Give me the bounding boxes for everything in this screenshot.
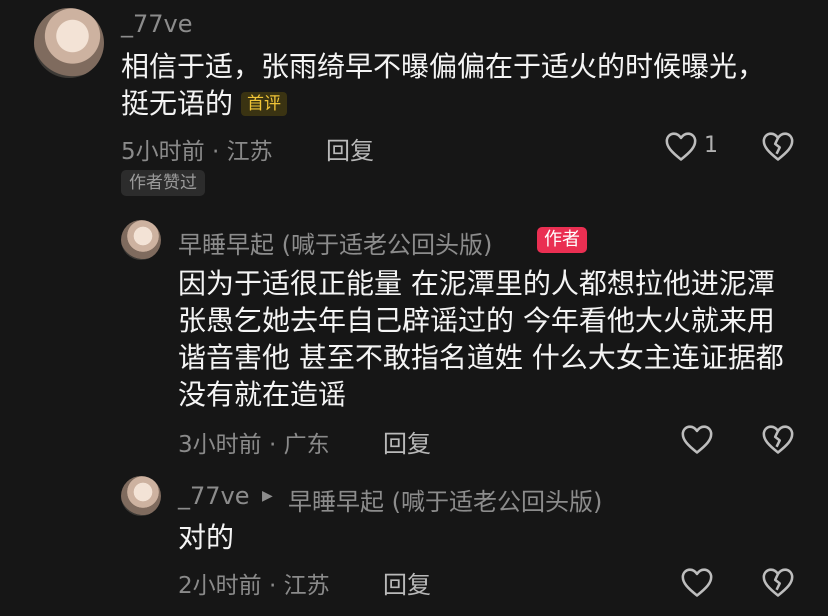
author-badge: 作者 xyxy=(537,227,587,253)
first-comment-badge: 首评 xyxy=(241,92,288,116)
broken-heart-icon xyxy=(762,568,794,597)
broken-heart-icon xyxy=(762,132,794,161)
comment-username[interactable]: _77ve xyxy=(121,10,193,38)
reply-to-username[interactable]: 早睡早起 (喊于适老公回头版) xyxy=(288,482,602,517)
heart-outline-icon xyxy=(665,132,697,161)
dislike-button[interactable] xyxy=(761,423,795,455)
broken-heart-icon xyxy=(762,425,794,454)
like-button[interactable] xyxy=(680,566,714,598)
dislike-button[interactable] xyxy=(761,566,795,598)
comment-meta: 3小时前 · 广东 xyxy=(178,432,330,458)
like-count: 1 xyxy=(704,133,718,158)
comment-text: 相信于适，张雨绮早不曝偏偏在于适火的时候曝光，挺无语的 首评 xyxy=(121,48,771,122)
comment-meta: 2小时前 · 江苏 xyxy=(178,573,330,599)
reply-button[interactable]: 回复 xyxy=(383,565,431,600)
heart-outline-icon xyxy=(681,568,713,597)
comment-text: 对的 xyxy=(178,521,235,554)
avatar[interactable] xyxy=(34,8,104,78)
like-button[interactable] xyxy=(680,423,714,455)
avatar[interactable] xyxy=(121,220,161,260)
comment-text: 因为于适很正能量 在泥潭里的人都想拉他进泥潭 张愚乞她去年自己辟谣过的 今年看他… xyxy=(178,267,784,411)
triangle-right-icon: ▶ xyxy=(262,488,273,504)
heart-outline-icon xyxy=(681,425,713,454)
avatar[interactable] xyxy=(121,476,161,516)
author-liked-chip: 作者赞过 xyxy=(121,170,205,196)
comment-meta: 5小时前 · 江苏 xyxy=(121,139,273,165)
reply-button[interactable]: 回复 xyxy=(326,131,374,166)
dislike-button[interactable] xyxy=(761,130,795,162)
comment-text-content: 相信于适，张雨绮早不曝偏偏在于适火的时候曝光，挺无语的 xyxy=(121,50,766,120)
comment-username[interactable]: _77ve xyxy=(178,482,250,510)
comment-username[interactable]: 早睡早起 (喊于适老公回头版) xyxy=(178,225,492,260)
reply-button[interactable]: 回复 xyxy=(383,424,431,459)
like-button[interactable]: 1 xyxy=(664,130,724,164)
